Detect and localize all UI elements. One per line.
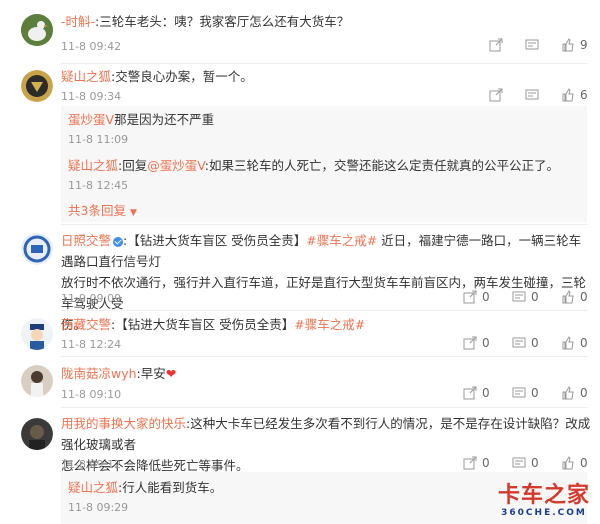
repost-count: 0 [482, 456, 490, 470]
repost-icon[interactable] [463, 456, 477, 470]
reply-text: 疑山之狐:回复@蛋炒蛋V:如果三轮车的人死亡，交警还能这么定责任就真的公平公正了… [68, 158, 560, 173]
repost-icon[interactable] [463, 290, 477, 304]
comment-time: 11-9 09:09 [61, 292, 122, 305]
reply-text: 蛋炒蛋V那是因为还不严重 [68, 110, 214, 130]
repost-icon[interactable] [463, 336, 477, 350]
hashtag-link[interactable]: #骤车之戒# [294, 317, 365, 332]
comment-icon[interactable] [512, 290, 526, 304]
like-count: 9 [580, 38, 588, 52]
comment-actions: 9 [467, 38, 588, 52]
avatar[interactable] [21, 418, 53, 450]
comment-text: 陇南菇凉wyh:早安❤ [61, 366, 177, 381]
comment-username[interactable]: 疑山之狐 [61, 69, 111, 84]
comment-time: 11-8 09:34 [61, 90, 122, 103]
comment-actions: 0 0 0 [441, 456, 588, 470]
like-icon[interactable] [561, 336, 575, 350]
comment-username[interactable]: -时斛- [61, 14, 95, 29]
comment-item: -时斛-:三轮车老头：咦？我家客厅怎么还有大货车？ 11-8 09:42 9 [0, 0, 600, 62]
comment-text: 西藏交警:【钻进大货车盲区 受伤员全责】#骤车之戒# [61, 317, 366, 332]
reply-body: 那是因为还不严重 [114, 112, 215, 127]
comment-icon[interactable] [525, 38, 539, 52]
comment-icon[interactable] [525, 88, 539, 102]
comment-icon[interactable] [512, 336, 526, 350]
like-icon[interactable] [561, 88, 575, 102]
comment-body: 早安 [140, 366, 166, 381]
more-replies-link[interactable]: 共3条回复 ▼ [68, 201, 137, 223]
comment-icon[interactable] [512, 456, 526, 470]
reply-time: 11-8 09:29 [68, 501, 129, 514]
comment-username[interactable]: 西藏交警 [61, 317, 111, 332]
comment-item: 疑山之狐:交警良心办案，暂一个。 11-8 09:34 6 蛋炒蛋V那是因为还不… [0, 64, 600, 224]
repost-count: 0 [482, 290, 490, 304]
like-icon[interactable] [561, 456, 575, 470]
comment-username[interactable]: 陇南菇凉wyh [61, 366, 137, 381]
comment-time: 11-8 09:10 [61, 388, 122, 401]
like-count: 6 [580, 88, 588, 102]
comment-body: 三轮车老头：咦？我家客厅怎么还有大货车？ [99, 14, 350, 29]
comment-body: 【钻进大货车盲区 受伤员全责】 [115, 317, 295, 332]
like-count: 0 [580, 386, 588, 400]
reply-body: 行人能看到货车。 [122, 480, 223, 495]
like-count: 0 [580, 456, 588, 470]
reply-count: 0 [531, 456, 539, 470]
reply-time: 11-8 11:09 [68, 133, 129, 146]
avatar[interactable] [21, 70, 53, 102]
comment-body: 交警良心办案，暂一个。 [115, 69, 253, 84]
comment-actions: 0 0 0 [441, 336, 588, 350]
avatar[interactable] [21, 233, 53, 265]
reply-username[interactable]: 疑山之狐 [68, 158, 118, 173]
comment-icon[interactable] [512, 386, 526, 400]
reply-text: 疑山之狐:行人能看到货车。 [68, 480, 223, 495]
comment-item: 日照交警:【钻进大货车盲区 受伤员全责】#骤车之戒# 近日，福建宁德一路口，一辆… [0, 225, 600, 332]
repost-icon[interactable] [489, 38, 503, 52]
reply-body: 如果三轮车的人死亡，交警还能这么定责任就真的公平公正了。 [209, 158, 560, 173]
heart-emoji-icon: ❤ [165, 366, 177, 381]
reply-count: 0 [531, 336, 539, 350]
comment-time: 11-8 09:12 [61, 458, 122, 471]
watermark-logo: 卡车之家 360CHE.COM [497, 483, 590, 519]
repost-icon[interactable] [489, 88, 503, 102]
like-icon[interactable] [561, 38, 575, 52]
repost-icon[interactable] [463, 386, 477, 400]
comment-time: 11-8 12:24 [61, 338, 122, 351]
comment-time: 11-8 09:42 [61, 40, 122, 53]
reply-time: 11-8 12:45 [68, 179, 129, 192]
reply-count: 0 [531, 386, 539, 400]
avatar[interactable] [21, 365, 53, 397]
comment-body: 【钻进大货车盲区 受伤员全责】 [127, 233, 307, 248]
reply-prefix: 回复 [122, 158, 148, 173]
like-count: 0 [580, 336, 588, 350]
repost-count: 0 [482, 336, 490, 350]
comment-username[interactable]: 用我的事换大家的快乐 [61, 416, 186, 431]
comment-text: -时斛-:三轮车老头：咦？我家客厅怎么还有大货车？ [61, 14, 350, 29]
comment-text: 疑山之狐:交警良心办案，暂一个。 [61, 69, 253, 84]
comment-item: 陇南菇凉wyh:早安❤ 11-8 09:10 0 0 0 [0, 357, 600, 407]
mention-link[interactable]: @蛋炒蛋V [147, 158, 205, 173]
hashtag-link[interactable]: #骤车之戒# [306, 233, 377, 248]
avatar[interactable] [21, 14, 53, 46]
watermark-en: 360CHE.COM [501, 508, 587, 518]
comment-actions: 6 [467, 88, 588, 102]
like-count: 0 [580, 290, 588, 304]
comment-actions: 0 0 0 [441, 386, 588, 400]
verified-icon [113, 236, 124, 247]
repost-count: 0 [482, 386, 490, 400]
chevron-down-icon: ▼ [129, 208, 137, 218]
comment-actions: 0 0 0 [441, 290, 588, 304]
reply-username[interactable]: 蛋炒蛋V [68, 112, 114, 127]
reply-username[interactable]: 疑山之狐 [68, 480, 118, 495]
avatar[interactable] [21, 318, 53, 350]
watermark-cn: 卡车之家 [497, 483, 590, 508]
comment-item: 西藏交警:【钻进大货车盲区 受伤员全责】#骤车之戒# 11-8 12:24 0 … [0, 311, 600, 356]
comment-username[interactable]: 日照交警 [61, 233, 111, 248]
reply-count: 0 [531, 290, 539, 304]
like-icon[interactable] [561, 386, 575, 400]
like-icon[interactable] [561, 290, 575, 304]
